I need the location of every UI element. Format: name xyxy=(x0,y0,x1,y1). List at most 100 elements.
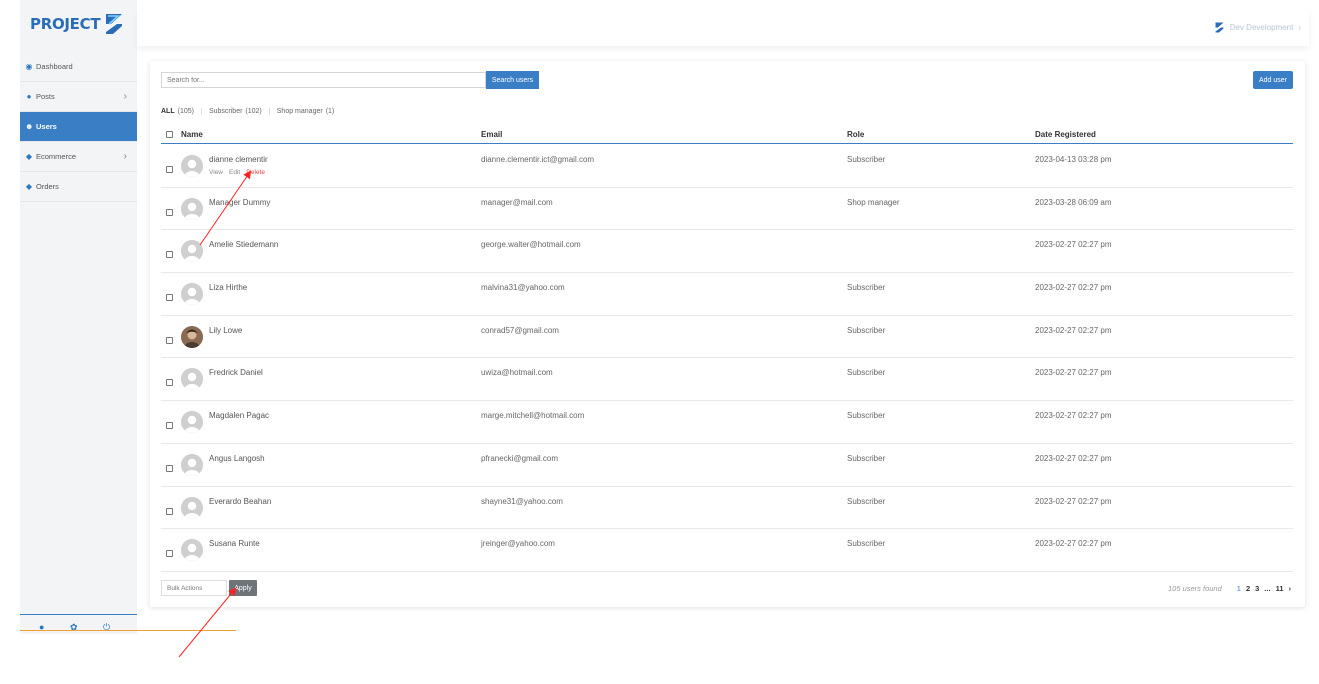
user-name[interactable]: dianne clementir xyxy=(209,155,268,164)
filter-count: (102) xyxy=(245,108,262,115)
row-checkbox[interactable] xyxy=(166,464,173,472)
users-found-count: 105 users found xyxy=(1167,584,1222,593)
view-link[interactable]: View xyxy=(209,169,223,176)
row-checkbox[interactable] xyxy=(166,294,173,302)
avatar xyxy=(181,496,203,519)
logo[interactable]: PROJECT xyxy=(30,12,125,36)
select-all-checkbox[interactable] xyxy=(166,131,173,138)
filter-label: Subscriber xyxy=(208,108,243,115)
table-row: Manager Dummy manager@mail.com Shop manage… xyxy=(161,188,1293,231)
account-label: Dev Development xyxy=(1229,23,1294,32)
filter-shop-manager[interactable]: Shop manager (1) xyxy=(270,108,341,115)
user-email: marge.mitchell@hotmail.com xyxy=(481,411,585,421)
user-date-registered: 2023-03-28 06:09 am xyxy=(1035,197,1112,207)
user-name[interactable]: Magdalen Pagac xyxy=(209,411,269,420)
avatar xyxy=(181,155,203,177)
sidebar: PROJECT ◉ Dashboard ● Posts › ☻ Users ◆ xyxy=(20,0,137,634)
user-role: Subscriber xyxy=(847,411,886,421)
sidebar-nav: ◉ Dashboard ● Posts › ☻ Users ◆ Ecommerc… xyxy=(20,52,137,202)
page-ellipsis: ... xyxy=(1264,584,1271,593)
account-switcher[interactable]: Dev Development › xyxy=(1214,21,1301,34)
column-header-date[interactable]: Date Registered xyxy=(1035,130,1096,139)
user-name[interactable]: Manager Dummy xyxy=(209,198,270,207)
sidebar-item-ecommerce[interactable]: ◆ Ecommerce › xyxy=(20,142,137,172)
dashboard-icon: ◉ xyxy=(25,61,33,71)
filter-all[interactable]: ALL (105) xyxy=(161,108,202,115)
table-row: Everardo Beahan shayne31@yahoo.com Subscri… xyxy=(161,487,1293,530)
user-email: uwiza@hotmail.com xyxy=(481,368,553,378)
user-date-registered: 2023-02-27 02:27 pm xyxy=(1035,283,1112,293)
avatar xyxy=(181,240,203,263)
user-name[interactable]: Lily Lowe xyxy=(209,326,242,335)
user-name[interactable]: Susana Runte xyxy=(209,539,260,548)
tag-icon: ◆ xyxy=(25,151,33,161)
table-row: Amelie Stiedemann george.walter@hotmail.c… xyxy=(161,230,1293,274)
row-checkbox[interactable] xyxy=(166,550,173,558)
table-row: Fredrick Daniel uwiza@hotmail.com Subscrib… xyxy=(161,358,1293,402)
table-row: Liza Hirthe malvina31@yahoo.com Subscriber… xyxy=(161,273,1293,316)
user-role: Subscriber xyxy=(847,453,886,463)
user-date-registered: 2023-02-27 02:27 pm xyxy=(1035,411,1112,421)
sidebar-item-dashboard[interactable]: ◉ Dashboard xyxy=(20,52,137,82)
row-checkbox[interactable] xyxy=(166,208,173,216)
user-email: dianne.clementir.ict@gmail.com xyxy=(481,155,595,164)
row-checkbox[interactable] xyxy=(166,507,173,515)
page-link[interactable]: 2 xyxy=(1246,584,1250,593)
row-checkbox[interactable] xyxy=(166,422,173,430)
user-name[interactable]: Fredrick Daniel xyxy=(209,368,263,377)
role-filters: ALL (105) Subscriber (102) Shop manager … xyxy=(161,108,341,115)
next-page-icon[interactable]: › xyxy=(1289,584,1292,593)
user-name[interactable]: Angus Langosh xyxy=(209,454,265,463)
edit-link[interactable]: Edit xyxy=(229,169,240,176)
filter-subscriber[interactable]: Subscriber (102) xyxy=(202,108,270,115)
search-input[interactable] xyxy=(161,72,486,88)
users-icon: ☻ xyxy=(25,121,34,131)
sidebar-item-users[interactable]: ☻ Users xyxy=(20,112,137,142)
user-date-registered: 2023-02-27 02:27 pm xyxy=(1035,496,1112,506)
sidebar-item-label: Users xyxy=(36,122,57,131)
user-date-registered: 2023-02-27 02:27 pm xyxy=(1035,368,1112,378)
apply-button[interactable]: Apply xyxy=(229,580,257,596)
topbar: Dev Development › xyxy=(137,10,1309,46)
power-icon[interactable]: ⏻ xyxy=(103,622,110,633)
row-checkbox[interactable] xyxy=(166,251,173,259)
filter-count: (1) xyxy=(325,108,335,115)
table-row: Angus Langosh pfranecki@gmail.com Subscrib… xyxy=(161,444,1293,487)
user-email: george.walter@hotmail.com xyxy=(481,240,581,250)
row-checkbox[interactable] xyxy=(166,379,173,387)
row-checkbox[interactable] xyxy=(166,166,173,173)
table-footer: Bulk Actions Apply 105 users found 1 2 3… xyxy=(161,580,1293,598)
users-table-body: dianne clementir dianne.clementir.ict@gma… xyxy=(161,145,1293,572)
page-link[interactable]: 3 xyxy=(1255,584,1259,593)
table-row: Magdalen Pagac marge.mitchell@hotmail.com… xyxy=(161,401,1293,444)
avatar xyxy=(181,325,203,348)
user-name[interactable]: Amelie Stiedemann xyxy=(209,240,278,249)
page-link[interactable]: 1 xyxy=(1237,584,1241,593)
user-email: manager@mail.com xyxy=(481,197,553,207)
sidebar-item-label: Orders xyxy=(36,182,59,191)
column-header-name[interactable]: Name xyxy=(181,130,203,139)
avatar xyxy=(181,368,203,391)
bulk-actions-select[interactable]: Bulk Actions xyxy=(161,580,227,596)
search-users-button[interactable]: Search users xyxy=(486,71,539,89)
user-name[interactable]: Liza Hirthe xyxy=(209,283,247,292)
table-row: Susana Runte jreinger@yahoo.com Subscriber… xyxy=(161,529,1293,572)
add-user-button[interactable]: Add user xyxy=(1253,71,1293,89)
delete-link[interactable]: Delete xyxy=(246,169,265,176)
pagination: 105 users found 1 2 3 ... 11 › xyxy=(1168,584,1291,593)
row-checkbox[interactable] xyxy=(166,336,173,344)
settings-icon[interactable]: ✿ xyxy=(70,622,78,633)
user-email: malvina31@yahoo.com xyxy=(481,283,565,293)
table-header: Name Email Role Date Registered xyxy=(161,128,1293,144)
sidebar-item-orders[interactable]: ◆ Orders xyxy=(20,172,137,202)
column-header-role[interactable]: Role xyxy=(847,130,864,139)
logo-mark-icon xyxy=(106,14,123,34)
sidebar-item-posts[interactable]: ● Posts › xyxy=(20,82,137,112)
user-name[interactable]: Everardo Beahan xyxy=(209,497,271,506)
page-link[interactable]: 11 xyxy=(1276,584,1284,593)
column-header-email[interactable]: Email xyxy=(481,130,502,139)
user-email: shayne31@yahoo.com xyxy=(481,496,563,506)
user-role: Subscriber xyxy=(847,283,886,293)
app-root: PROJECT ◉ Dashboard ● Posts › ☻ Users ◆ xyxy=(0,0,1319,684)
user-email: conrad57@gmail.com xyxy=(481,325,559,335)
